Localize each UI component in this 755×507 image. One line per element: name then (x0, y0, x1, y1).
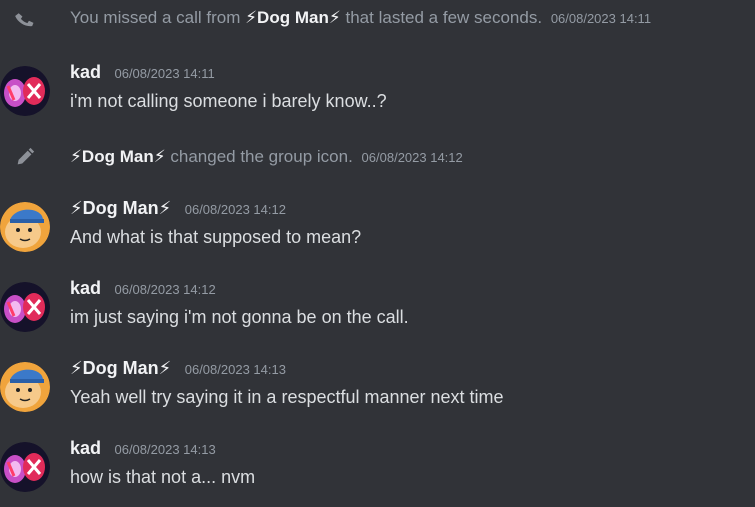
message-timestamp[interactable]: 06/08/2023 14:13 (114, 442, 215, 457)
message-timestamp[interactable]: 06/08/2023 14:12 (114, 282, 215, 297)
chat-message-list: You missed a call from ⚡Dog Man⚡ that la… (0, 0, 755, 507)
message-author[interactable]: kad (70, 278, 101, 298)
message-row: kad 06/08/2023 14:12 im just saying i'm … (0, 278, 755, 338)
message-author[interactable]: kad (70, 438, 101, 458)
avatar[interactable] (0, 202, 50, 252)
message-row: kad 06/08/2023 14:13 how is that not a..… (0, 438, 755, 498)
message-author[interactable]: ⚡Dog Man⚡ (70, 358, 171, 378)
group-icon-change-description: changed the group icon. (165, 147, 353, 166)
actor-name[interactable]: ⚡Dog Man⚡ (70, 147, 166, 166)
kad-avatar-image (0, 282, 50, 332)
avatar[interactable] (0, 362, 50, 412)
message-timestamp[interactable]: 06/08/2023 14:11 (114, 66, 214, 81)
message-author[interactable]: ⚡Dog Man⚡ (70, 198, 171, 218)
message-author[interactable]: kad (70, 62, 101, 82)
dogman-avatar-image (0, 202, 50, 252)
message-text: i'm not calling someone i barely know..? (70, 91, 387, 111)
group-icon-change-notice: ⚡Dog Man⚡ changed the group icon. 06/08/… (0, 143, 755, 173)
message-row: kad 06/08/2023 14:11 i'm not calling som… (0, 62, 755, 122)
message-timestamp[interactable]: 06/08/2023 14:12 (362, 150, 463, 165)
message-header: kad 06/08/2023 14:13 (70, 438, 216, 459)
message-header: ⚡Dog Man⚡ 06/08/2023 14:12 (70, 198, 286, 219)
missed-call-suffix: that lasted a few seconds. (340, 8, 543, 27)
missed-call-text: You missed a call from ⚡Dog Man⚡ that la… (70, 8, 651, 28)
message-text: Yeah well try saying it in a respectful … (70, 387, 504, 407)
message-header: kad 06/08/2023 14:12 (70, 278, 216, 299)
missed-call-notice: You missed a call from ⚡Dog Man⚡ that la… (0, 4, 755, 34)
missed-call-prefix: You missed a call from (70, 8, 246, 27)
message-row: ⚡Dog Man⚡ 06/08/2023 14:12 And what is t… (0, 198, 755, 258)
message-text: And what is that supposed to mean? (70, 227, 362, 247)
group-icon-change-text: ⚡Dog Man⚡ changed the group icon. 06/08/… (70, 147, 463, 167)
kad-avatar-image (0, 66, 50, 116)
message-header: ⚡Dog Man⚡ 06/08/2023 14:13 (70, 358, 286, 379)
message-text: im just saying i'm not gonna be on the c… (70, 307, 409, 327)
message-timestamp[interactable]: 06/08/2023 14:13 (185, 362, 286, 377)
message-timestamp[interactable]: 06/08/2023 14:12 (185, 202, 286, 217)
avatar[interactable] (0, 282, 50, 332)
avatar[interactable] (0, 442, 50, 492)
message-row: ⚡Dog Man⚡ 06/08/2023 14:13 Yeah well try… (0, 358, 755, 418)
kad-avatar-image (0, 442, 50, 492)
dogman-avatar-image (0, 362, 50, 412)
pencil-icon (17, 147, 35, 165)
avatar[interactable] (0, 66, 50, 116)
message-header: kad 06/08/2023 14:11 (70, 62, 215, 83)
phone-missed-icon (15, 13, 34, 27)
caller-name[interactable]: ⚡Dog Man⚡ (245, 8, 341, 27)
message-timestamp[interactable]: 06/08/2023 14:11 (551, 11, 651, 26)
message-text: how is that not a... nvm (70, 467, 256, 487)
